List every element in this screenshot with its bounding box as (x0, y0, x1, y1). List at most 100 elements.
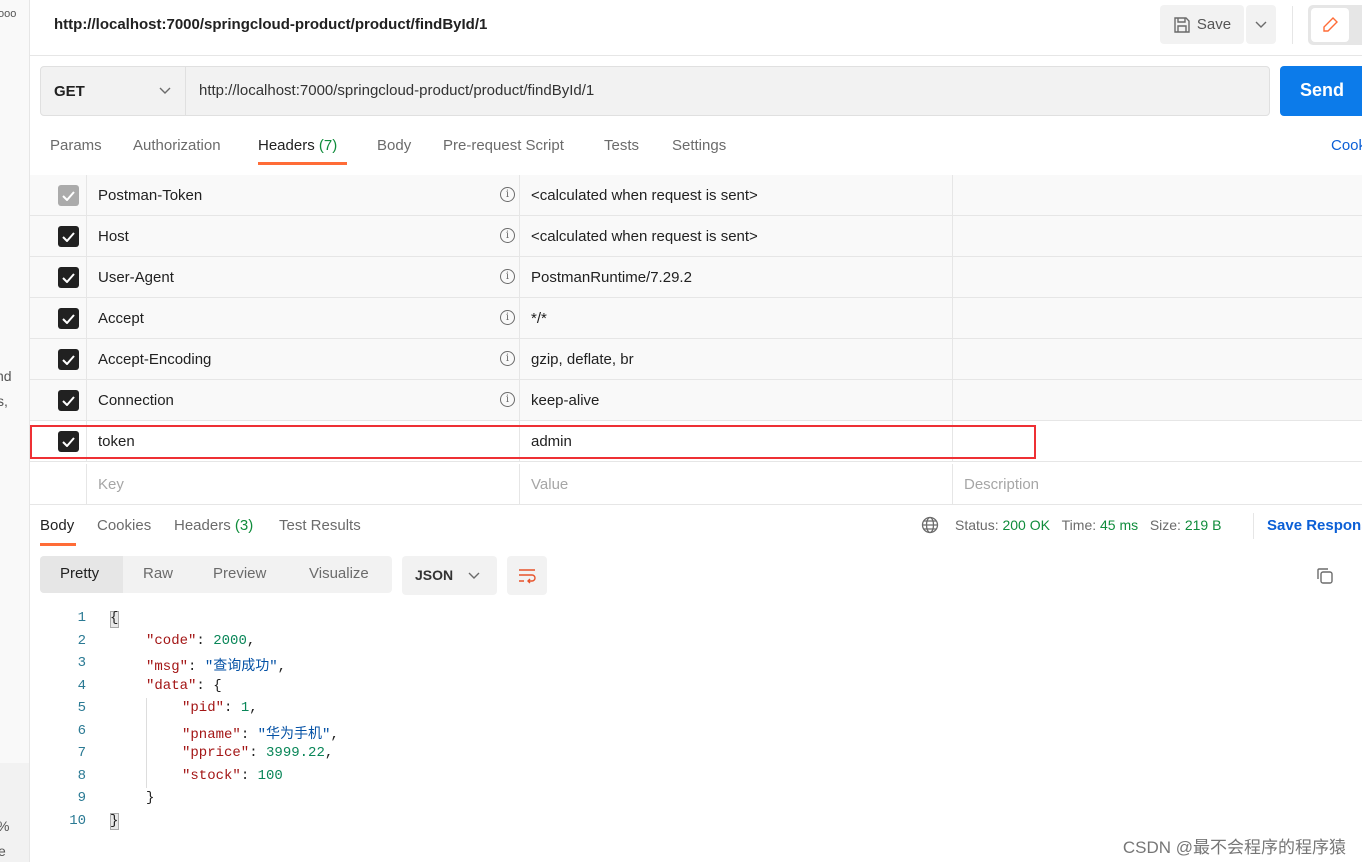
header-key[interactable]: Host (98, 228, 129, 245)
status-value[interactable]: 200 OK (1002, 517, 1049, 533)
chevron-down-icon (1255, 21, 1267, 28)
divider (519, 380, 520, 421)
line-number: 3 (77, 655, 86, 671)
response-tab-cookies[interactable]: Cookies (97, 517, 151, 534)
chevron-down-icon (159, 87, 171, 94)
header-value[interactable]: gzip, deflate, br (531, 351, 634, 368)
view-mode-tabs: Pretty Raw Preview Visualize (40, 556, 392, 593)
header-checkbox[interactable] (58, 349, 79, 370)
header-checkbox[interactable] (58, 185, 79, 206)
tab-params[interactable]: Params (50, 137, 102, 154)
save-response-button[interactable]: Save Response (1267, 517, 1362, 534)
code-line: "pprice": 3999.22, (182, 745, 334, 761)
code-line: } (110, 813, 119, 829)
view-visualize[interactable]: Visualize (309, 565, 369, 582)
tab-headers[interactable]: Headers (7) (258, 137, 337, 154)
tab-tests[interactable]: Tests (604, 137, 639, 154)
more-icon[interactable]: ooo (0, 8, 16, 20)
header-key[interactable]: Accept-Encoding (98, 351, 211, 368)
check-icon (62, 313, 75, 324)
divider (86, 257, 87, 298)
check-icon (62, 395, 75, 406)
format-select[interactable]: JSON (402, 556, 497, 595)
save-button[interactable]: Save (1160, 5, 1244, 44)
header-value[interactable]: keep-alive (531, 392, 599, 409)
divider (86, 175, 87, 216)
header-value[interactable]: <calculated when request is sent> (531, 228, 758, 245)
json-value: "华为手机" (257, 727, 331, 743)
response-tab-body[interactable]: Body (40, 517, 74, 534)
edit-button[interactable] (1311, 8, 1349, 42)
line-number: 10 (69, 812, 86, 829)
divider (1253, 513, 1254, 539)
value-input[interactable]: Value (531, 476, 568, 493)
header-value[interactable]: PostmanRuntime/7.29.2 (531, 269, 692, 286)
tab-count: (3) (234, 517, 254, 534)
line-number: 7 (77, 745, 86, 761)
json-value: "查询成功" (204, 659, 278, 675)
header-row: Postman-Token i <calculated when request… (30, 175, 1362, 216)
request-title[interactable]: http://localhost:7000/springcloud-produc… (54, 16, 487, 33)
check-icon (62, 231, 75, 242)
view-preview[interactable]: Preview (213, 565, 266, 582)
header-value[interactable]: <calculated when request is sent> (531, 187, 758, 204)
view-pretty[interactable]: Pretty (60, 565, 99, 582)
response-tab-test-results[interactable]: Test Results (279, 517, 361, 534)
method-select[interactable]: GET (41, 67, 186, 115)
tab-authorization[interactable]: Authorization (133, 137, 221, 154)
divider (952, 339, 953, 380)
view-raw[interactable]: Raw (143, 565, 173, 582)
code-line: "pname": "华为手机", (182, 727, 339, 743)
sidebar-text: s, (0, 393, 8, 409)
header-key[interactable]: Accept (98, 310, 144, 327)
header-checkbox[interactable] (58, 226, 79, 247)
line-number: 9 (77, 790, 86, 806)
code-line: "pid": 1, (182, 700, 258, 716)
header-key[interactable]: Connection (98, 392, 174, 409)
info-icon[interactable]: i (500, 228, 515, 243)
cookies-link[interactable]: Cookies (1331, 137, 1362, 154)
divider (519, 216, 520, 257)
header-key[interactable]: Postman-Token (98, 187, 202, 204)
info-icon[interactable]: i (500, 310, 515, 325)
divider (86, 298, 87, 339)
code-line: "code": 2000, (146, 633, 256, 649)
info-icon[interactable]: i (500, 187, 515, 202)
line-number: 4 (77, 677, 86, 694)
header-row: User-Agent i PostmanRuntime/7.29.2 (30, 257, 1362, 298)
save-options-button[interactable] (1246, 5, 1276, 44)
info-icon[interactable]: i (500, 351, 515, 366)
save-label: Save (1196, 16, 1232, 33)
copy-icon[interactable] (1316, 567, 1334, 585)
description-input[interactable]: Description (964, 476, 1039, 493)
divider (86, 216, 87, 257)
header-value[interactable]: */* (531, 310, 547, 327)
highlight-box (30, 425, 1036, 459)
time-value[interactable]: 45 ms (1100, 517, 1138, 533)
divider (519, 298, 520, 339)
info-icon[interactable]: i (500, 269, 515, 284)
tab-pre-request-script[interactable]: Pre-request Script (443, 137, 564, 154)
tab-count: (7) (318, 137, 338, 154)
code-line: "stock": 100 (182, 768, 283, 784)
globe-icon[interactable] (921, 516, 939, 534)
header-checkbox[interactable] (58, 390, 79, 411)
send-button[interactable]: Send (1280, 66, 1362, 116)
size-value[interactable]: 219 B (1185, 517, 1222, 533)
header-checkbox[interactable] (58, 308, 79, 329)
wrap-lines-button[interactable] (507, 556, 547, 595)
watermark: CSDN @最不会程序的程序猿 (1122, 838, 1346, 857)
info-icon[interactable]: i (500, 392, 515, 407)
sidebar: ooo nd s, % e (0, 0, 30, 862)
check-icon (62, 354, 75, 365)
response-tab-headers[interactable]: Headers (3) (174, 517, 253, 534)
tab-body[interactable]: Body (377, 137, 411, 154)
tab-settings[interactable]: Settings (672, 137, 726, 154)
url-input[interactable]: http://localhost:7000/springcloud-produc… (199, 82, 594, 99)
header-key[interactable]: User-Agent (98, 269, 174, 286)
key-input[interactable]: Key (98, 476, 124, 493)
line-number: 5 (77, 700, 86, 716)
method-label: GET (54, 82, 85, 100)
tab-label: Headers (174, 517, 231, 534)
header-checkbox[interactable] (58, 267, 79, 288)
